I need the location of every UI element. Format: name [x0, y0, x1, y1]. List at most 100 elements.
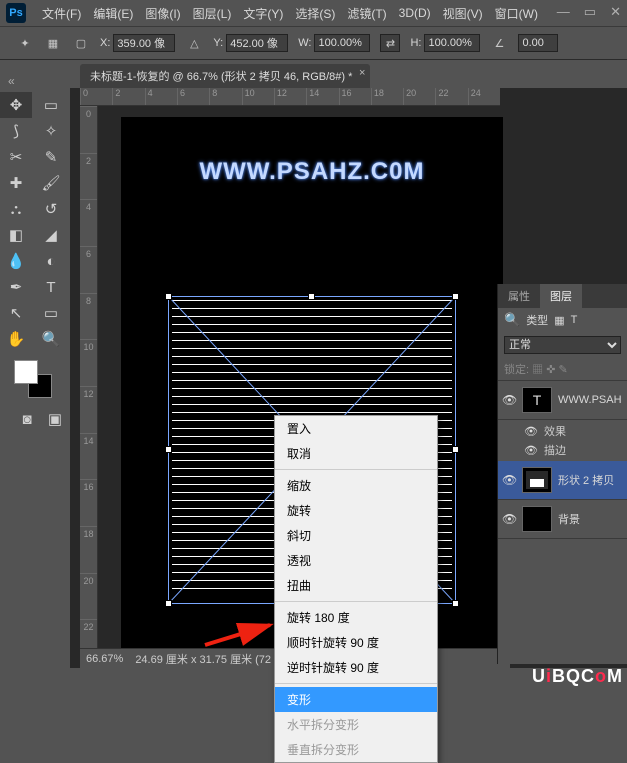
- tab-layers[interactable]: 图层: [540, 284, 582, 308]
- menu-select[interactable]: 选择(S): [289, 5, 341, 22]
- quickmask-icon[interactable]: ◙: [18, 410, 36, 428]
- transform-handle[interactable]: [165, 600, 172, 607]
- delta-icon[interactable]: △: [185, 34, 203, 52]
- screenmode-icon[interactable]: ▣: [46, 410, 64, 428]
- layer-fx-row[interactable]: 👁 效果: [498, 423, 627, 439]
- color-swatches[interactable]: [14, 360, 54, 400]
- dodge-tool-icon[interactable]: ◐: [35, 248, 67, 274]
- menu-edit[interactable]: 编辑(E): [87, 5, 139, 22]
- kind-label: 类型: [526, 312, 548, 328]
- visibility-icon[interactable]: 👁: [524, 425, 538, 438]
- visibility-icon[interactable]: 👁: [502, 512, 516, 526]
- layer-stroke-row[interactable]: 👁 描边: [498, 442, 627, 458]
- document-tab[interactable]: 未标题-1-恢复的 @ 66.7% (形状 2 拷贝 46, RGB/8#) *…: [80, 64, 370, 88]
- ctx-warp[interactable]: 变形: [275, 687, 437, 712]
- angle-input[interactable]: [518, 34, 558, 52]
- annotation-arrow-icon: [200, 620, 280, 650]
- type-tool-icon[interactable]: T: [35, 274, 67, 300]
- transform-handle[interactable]: [165, 446, 172, 453]
- w-label: W:: [298, 37, 311, 49]
- lasso-tool-icon[interactable]: ⟆: [0, 118, 32, 144]
- eyedropper-tool-icon[interactable]: ✎: [35, 144, 67, 170]
- crop-tool-icon[interactable]: ✂: [0, 144, 32, 170]
- link-wh-icon[interactable]: ⇄: [380, 34, 400, 52]
- ctx-rotate-cw[interactable]: 顺时针旋转 90 度: [275, 630, 437, 655]
- wand-tool-icon[interactable]: ✧: [35, 118, 67, 144]
- ctx-rotate-ccw[interactable]: 逆时针旋转 90 度: [275, 655, 437, 680]
- transform-handle[interactable]: [165, 293, 172, 300]
- hand-tool-icon[interactable]: ✋: [0, 326, 32, 352]
- ctx-distort[interactable]: 扭曲: [275, 573, 437, 598]
- w-input[interactable]: [314, 34, 370, 52]
- layer-row-background[interactable]: 👁 背景: [498, 500, 627, 539]
- visibility-icon[interactable]: 👁: [502, 393, 516, 407]
- ruler-horizontal: 024 6810 121416 182022 24: [80, 88, 500, 106]
- document-tab-title: 未标题-1-恢复的 @ 66.7% (形状 2 拷贝 46, RGB/8#) *: [90, 71, 352, 83]
- tools-panel: ✥ ▭ ⟆ ✧ ✂ ✎ ✚ 🖌 ⛬ ↺ ◧ ◢ 💧 ◐ ✒ T ↖ ▭ ✋ 🔍 …: [0, 88, 70, 668]
- relative-icon[interactable]: ▢: [72, 34, 90, 52]
- transform-handle[interactable]: [452, 293, 459, 300]
- options-bar: ✦ ▦ ▢ X: △ Y: W: ⇄ H: ∠: [0, 26, 627, 60]
- ctx-skew[interactable]: 斜切: [275, 523, 437, 548]
- zoom-level[interactable]: 66.67%: [86, 653, 123, 665]
- eraser-tool-icon[interactable]: ◧: [0, 222, 32, 248]
- ctx-scale[interactable]: 缩放: [275, 473, 437, 498]
- shape-tool-icon[interactable]: ▭: [35, 300, 67, 326]
- ctx-perspective[interactable]: 透视: [275, 548, 437, 573]
- layer-row-text[interactable]: 👁 T WWW.PSAH: [498, 381, 627, 420]
- visibility-icon[interactable]: 👁: [502, 473, 516, 487]
- tab-properties[interactable]: 属性: [498, 284, 540, 308]
- doc-info: 24.69 厘米 x 31.75 厘米 (72: [135, 651, 271, 667]
- move-tool-icon[interactable]: ✥: [0, 92, 32, 118]
- menu-image[interactable]: 图像(I): [139, 5, 186, 22]
- menu-window[interactable]: 窗口(W): [489, 5, 544, 22]
- transform-handle[interactable]: [308, 293, 315, 300]
- menu-file[interactable]: 文件(F): [36, 5, 87, 22]
- y-input[interactable]: [226, 34, 288, 52]
- search-icon[interactable]: 🔍: [504, 312, 520, 328]
- gradient-tool-icon[interactable]: ◢: [35, 222, 67, 248]
- ctx-rotate-180[interactable]: 旋转 180 度: [275, 605, 437, 630]
- path-select-icon[interactable]: ↖: [0, 300, 32, 326]
- history-brush-icon[interactable]: ↺: [35, 196, 67, 222]
- menu-view[interactable]: 视图(V): [437, 5, 489, 22]
- transform-handle[interactable]: [452, 446, 459, 453]
- blur-tool-icon[interactable]: 💧: [0, 248, 32, 274]
- menu-type[interactable]: 文字(Y): [237, 5, 289, 22]
- lock-pos-icon[interactable]: ✜: [546, 364, 555, 376]
- reference-point-icon[interactable]: ▦: [44, 34, 62, 52]
- tab-close-icon[interactable]: ×: [359, 67, 365, 79]
- ctx-rotate[interactable]: 旋转: [275, 498, 437, 523]
- ctx-place[interactable]: 置入: [275, 416, 437, 441]
- minimize-icon[interactable]: —: [557, 4, 570, 20]
- pin-icon[interactable]: «: [8, 74, 15, 88]
- healing-tool-icon[interactable]: ✚: [0, 170, 32, 196]
- document-tab-bar: « 未标题-1-恢复的 @ 66.7% (形状 2 拷贝 46, RGB/8#)…: [0, 60, 627, 88]
- h-input[interactable]: [424, 34, 480, 52]
- x-input[interactable]: [113, 34, 175, 52]
- lock-pixel-icon[interactable]: ✎: [558, 364, 567, 376]
- filter-type-icon[interactable]: T: [571, 314, 578, 326]
- brush-tool-icon[interactable]: 🖌: [35, 170, 67, 196]
- stamp-tool-icon[interactable]: ⛬: [0, 196, 32, 222]
- zoom-tool-icon[interactable]: 🔍: [35, 326, 67, 352]
- ctx-cancel[interactable]: 取消: [275, 441, 437, 466]
- blend-mode-select[interactable]: 正常: [504, 336, 621, 354]
- menu-layer[interactable]: 图层(L): [187, 5, 238, 22]
- ruler-vertical: 024 6810 121416 182022: [80, 106, 98, 666]
- maximize-icon[interactable]: ▭: [584, 4, 596, 20]
- layer-name: 形状 2 拷贝: [558, 472, 614, 488]
- lock-all-icon[interactable]: ▦: [532, 364, 543, 376]
- menu-3d[interactable]: 3D(D): [393, 6, 437, 20]
- fg-color-swatch[interactable]: [14, 360, 38, 384]
- visibility-icon[interactable]: 👁: [524, 444, 538, 457]
- marquee-tool-icon[interactable]: ▭: [35, 92, 67, 118]
- close-icon[interactable]: ✕: [610, 4, 621, 20]
- layer-name: 背景: [558, 511, 580, 527]
- transform-tool-icon[interactable]: ✦: [16, 34, 34, 52]
- pen-tool-icon[interactable]: ✒: [0, 274, 32, 300]
- filter-pixel-icon[interactable]: ▦: [554, 314, 564, 327]
- layer-row-shape[interactable]: 👁 形状 2 拷贝: [498, 461, 627, 500]
- transform-handle[interactable]: [452, 600, 459, 607]
- menu-filter[interactable]: 滤镜(T): [341, 5, 392, 22]
